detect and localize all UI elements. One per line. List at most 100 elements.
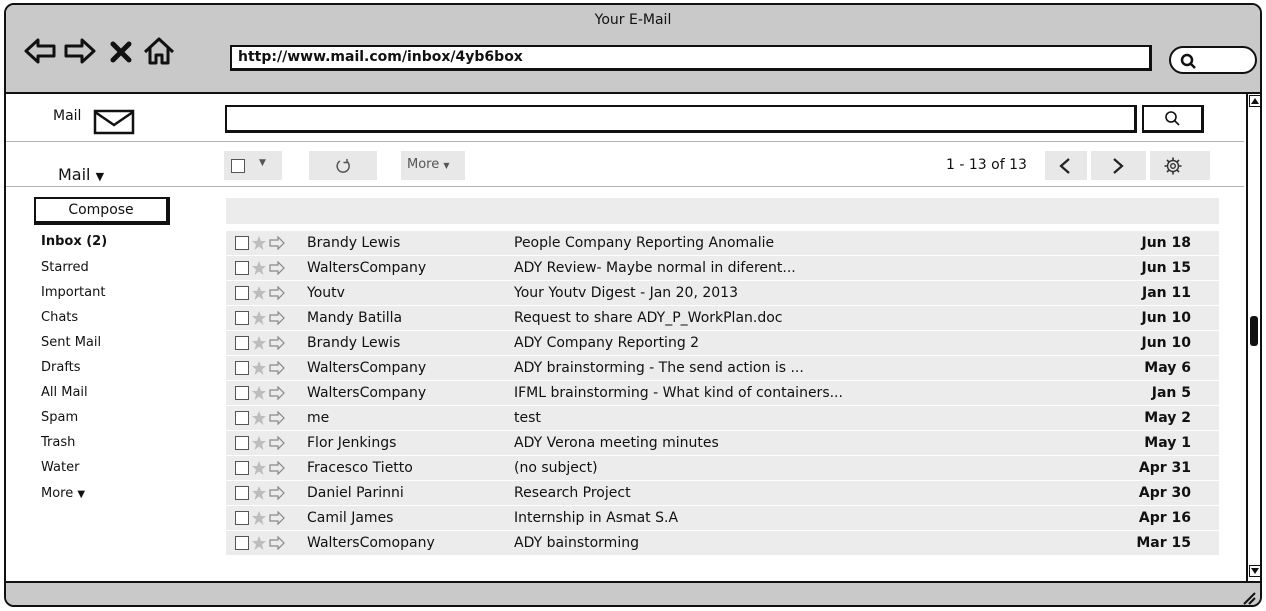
forward-icon[interactable] <box>269 511 285 525</box>
forward-icon[interactable] <box>269 286 285 300</box>
star-icon[interactable] <box>251 510 267 526</box>
forward-icon[interactable] <box>269 461 285 475</box>
list-header-bar <box>226 198 1219 224</box>
browser-window: Your E-Mail http://www.mail.com/inbox/4y… <box>4 3 1262 607</box>
mail-search-input[interactable] <box>225 105 1137 133</box>
forward-icon[interactable] <box>269 261 285 275</box>
star-icon[interactable] <box>251 360 267 376</box>
forward-icon[interactable] <box>269 311 285 325</box>
row-checkbox[interactable] <box>235 311 249 325</box>
forward-icon[interactable] <box>269 536 285 550</box>
folder-more[interactable]: More ▼ <box>41 486 85 501</box>
table-row[interactable]: Flor Jenkings ADY Verona meeting minutes M… <box>226 430 1219 455</box>
row-checkbox[interactable] <box>235 511 249 525</box>
table-row[interactable]: WaltersComopany ADY bainstorming Mar 15 <box>226 530 1219 555</box>
table-row[interactable]: Fracesco Tietto (no subject) Apr 31 <box>226 455 1219 480</box>
folder-trash[interactable]: Trash <box>41 435 75 450</box>
scroll-thumb[interactable] <box>1250 316 1258 346</box>
table-row[interactable]: WaltersCompany ADY brainstorming - The se… <box>226 355 1219 380</box>
select-all-checkbox[interactable] <box>231 159 245 173</box>
forward-icon[interactable] <box>269 386 285 400</box>
table-row[interactable]: WaltersCompany ADY Review- Maybe normal i… <box>226 255 1219 280</box>
star-icon[interactable] <box>251 285 267 301</box>
select-all-dropdown[interactable]: ▼ <box>224 151 282 180</box>
star-icon[interactable] <box>251 460 267 476</box>
forward-icon[interactable] <box>269 411 285 425</box>
star-icon[interactable] <box>251 385 267 401</box>
table-row[interactable]: Brandy Lewis ADY Company Reporting 2 Jun 1… <box>226 330 1219 355</box>
refresh-button[interactable] <box>309 151 377 180</box>
scrollbar[interactable] <box>1246 94 1261 581</box>
table-row[interactable]: Brandy Lewis People Company Reporting Ano… <box>226 230 1219 255</box>
mail-menu[interactable]: Mail ▼ <box>58 165 104 184</box>
resize-grip-icon[interactable] <box>1240 589 1256 605</box>
settings-button[interactable] <box>1150 151 1210 180</box>
email-subject: (no subject) <box>514 460 598 476</box>
star-icon[interactable] <box>251 310 267 326</box>
star-icon[interactable] <box>251 435 267 451</box>
dropdown-arrow-icon: ▼ <box>443 161 450 170</box>
table-row[interactable]: Daniel Parinni Research Project Apr 30 <box>226 480 1219 505</box>
mail-label: Mail <box>53 108 82 124</box>
row-checkbox[interactable] <box>235 486 249 500</box>
compose-button[interactable]: Compose <box>34 197 170 225</box>
prev-page-button[interactable] <box>1045 151 1087 180</box>
url-bar[interactable]: http://www.mail.com/inbox/4yb6box <box>230 45 1152 71</box>
row-checkbox[interactable] <box>235 261 249 275</box>
scroll-down-arrow-icon[interactable] <box>1249 565 1261 577</box>
folder-inbox[interactable]: Inbox (2) <box>41 234 107 249</box>
row-checkbox[interactable] <box>235 461 249 475</box>
star-icon[interactable] <box>251 535 267 551</box>
row-checkbox[interactable] <box>235 411 249 425</box>
folder-more-label: More <box>41 486 74 501</box>
folder-sent-mail[interactable]: Sent Mail <box>41 335 101 350</box>
next-page-button[interactable] <box>1091 151 1146 180</box>
table-row[interactable]: WaltersCompany IFML brainstorming - What … <box>226 380 1219 405</box>
folder-water[interactable]: Water <box>41 460 79 475</box>
browser-search-field[interactable] <box>1169 46 1257 74</box>
row-checkbox[interactable] <box>235 336 249 350</box>
forward-icon[interactable] <box>269 236 285 250</box>
table-row[interactable]: Youtv Your Youtv Digest - Jan 20, 2013 Jan… <box>226 280 1219 305</box>
email-sender: Camil James <box>307 510 394 526</box>
table-row[interactable]: Mandy Batilla Request to share ADY_P_Work… <box>226 305 1219 330</box>
email-subject: ADY brainstorming - The send action is .… <box>514 360 804 376</box>
forward-icon[interactable] <box>269 486 285 500</box>
star-icon[interactable] <box>251 235 267 251</box>
forward-arrow-icon[interactable] <box>63 35 97 67</box>
star-icon[interactable] <box>251 335 267 351</box>
email-sender: Youtv <box>307 285 345 301</box>
row-checkbox[interactable] <box>235 236 249 250</box>
star-icon[interactable] <box>251 260 267 276</box>
row-checkbox[interactable] <box>235 386 249 400</box>
star-icon[interactable] <box>251 410 267 426</box>
folder-drafts[interactable]: Drafts <box>41 360 81 375</box>
row-checkbox[interactable] <box>235 436 249 450</box>
row-checkbox[interactable] <box>235 286 249 300</box>
table-row[interactable]: me test May 2 <box>226 405 1219 430</box>
scroll-up-arrow-icon[interactable] <box>1249 95 1261 107</box>
folder-starred[interactable]: Starred <box>41 260 89 275</box>
email-date: Jan 11 <box>1142 285 1191 301</box>
more-actions-button[interactable]: More ▼ <box>401 151 465 180</box>
email-date: Mar 15 <box>1136 535 1191 551</box>
forward-icon[interactable] <box>269 336 285 350</box>
table-row[interactable]: Camil James Internship in Asmat S.A Apr 16 <box>226 505 1219 530</box>
email-sender: Brandy Lewis <box>307 335 401 351</box>
mail-search-button[interactable] <box>1142 105 1204 133</box>
row-checkbox[interactable] <box>235 361 249 375</box>
forward-icon[interactable] <box>269 361 285 375</box>
row-checkbox[interactable] <box>235 536 249 550</box>
forward-icon[interactable] <box>269 436 285 450</box>
email-date: May 2 <box>1144 410 1191 426</box>
email-date: Apr 31 <box>1138 460 1191 476</box>
back-arrow-icon[interactable] <box>23 35 57 67</box>
folder-chats[interactable]: Chats <box>41 310 78 325</box>
email-subject: ADY Company Reporting 2 <box>514 335 700 351</box>
star-icon[interactable] <box>251 485 267 501</box>
folder-important[interactable]: Important <box>41 285 105 300</box>
home-icon[interactable] <box>142 35 176 67</box>
folder-all-mail[interactable]: All Mail <box>41 385 88 400</box>
close-x-icon[interactable] <box>108 35 134 67</box>
folder-spam[interactable]: Spam <box>41 410 78 425</box>
